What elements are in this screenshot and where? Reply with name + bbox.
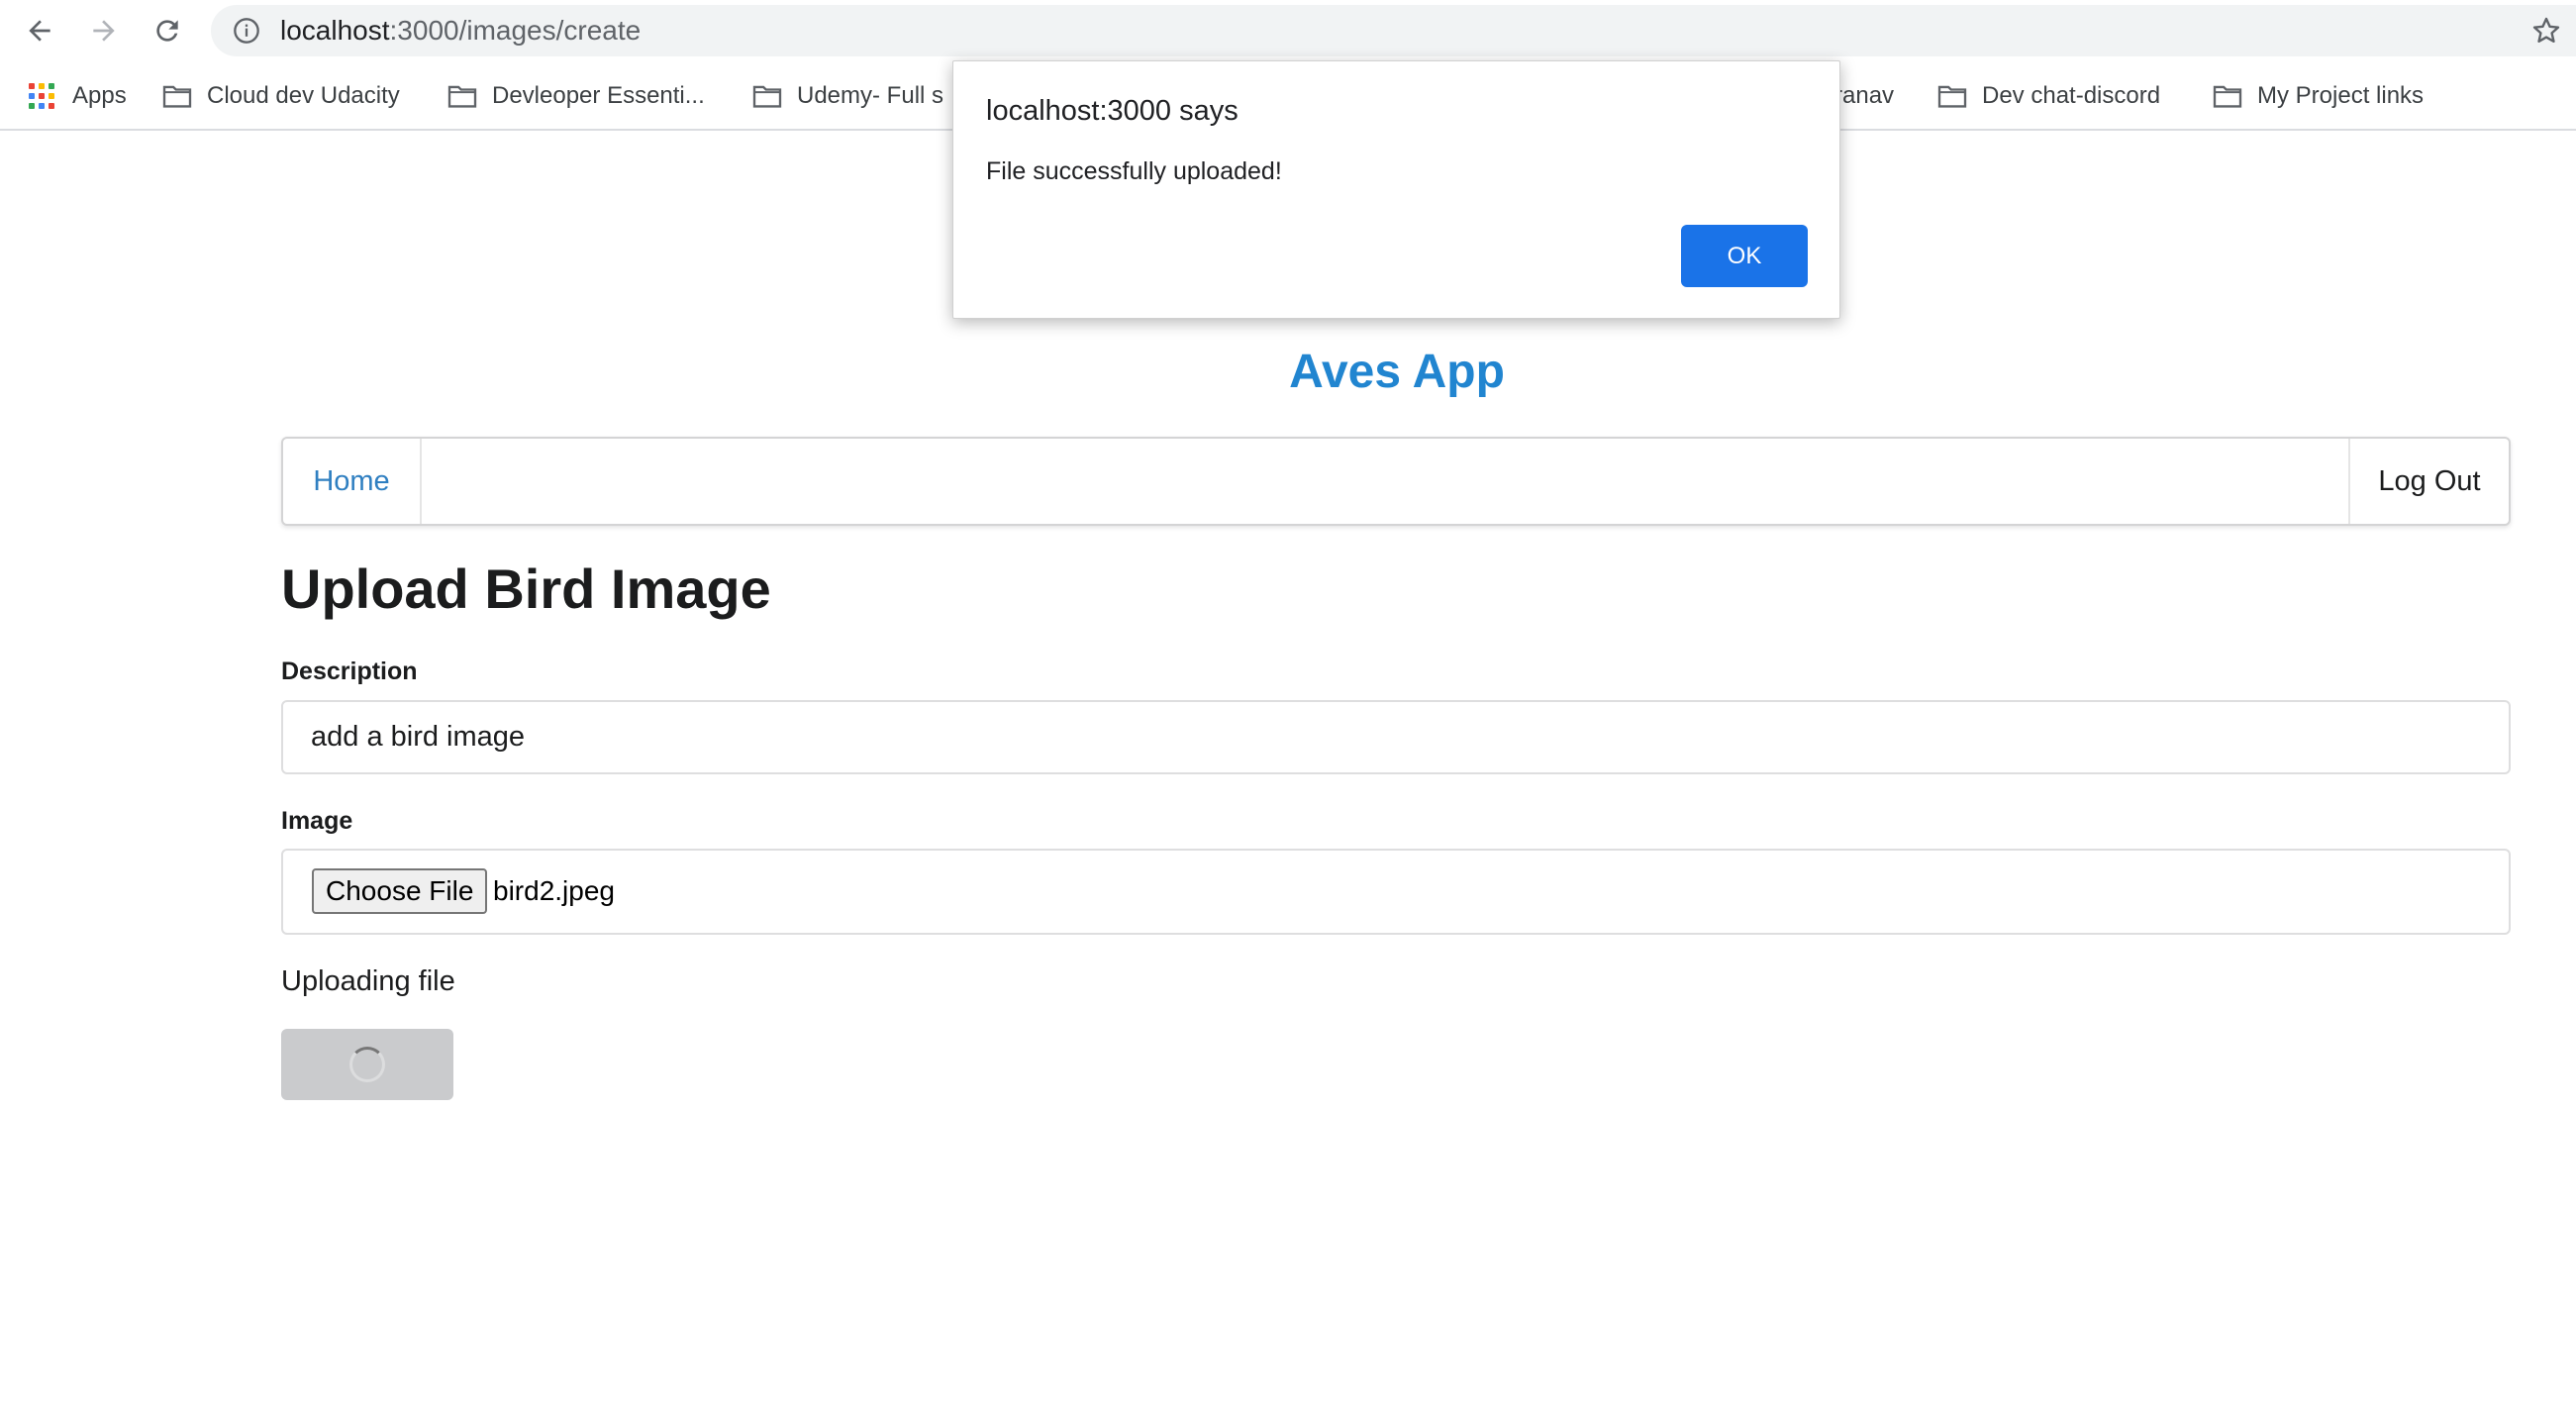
bookmark-label: My Project links	[2257, 82, 2425, 109]
page-title: Upload Bird Image	[281, 557, 771, 620]
folder-icon	[1937, 85, 1967, 108]
folder-icon	[2213, 85, 2242, 108]
reload-button[interactable]	[145, 8, 190, 53]
bookmark-label: Dev chat-discord	[1982, 82, 2161, 109]
bookmark-dev-chat-discord[interactable]: Dev chat-discord	[1936, 69, 2160, 123]
bookmark-star-icon[interactable]	[2530, 15, 2562, 47]
menu-item-home[interactable]: Home	[283, 439, 422, 524]
alert-dialog: localhost:3000 says File successfully up…	[952, 60, 1840, 319]
dialog-ok-button[interactable]: OK	[1681, 225, 1808, 287]
bookmark-my-project-links[interactable]: My Project links	[2212, 69, 2424, 123]
upload-status-text: Uploading file	[281, 965, 455, 997]
apps-grid-icon	[29, 83, 54, 109]
bookmark-developer-essentials[interactable]: Devleoper Essenti...	[446, 69, 705, 123]
logout-button[interactable]: Log Out	[2348, 439, 2509, 524]
description-input[interactable]	[281, 700, 2511, 774]
nav-menu: Home Log Out	[281, 437, 2511, 526]
bookmark-pranav[interactable]: ranav	[1834, 69, 1894, 123]
url-path: :3000/images/create	[389, 15, 642, 46]
app-title: Aves App	[1289, 346, 1505, 398]
dialog-message: File successfully uploaded!	[986, 157, 1282, 185]
dialog-title: localhost:3000 says	[986, 95, 1238, 127]
bookmark-label: ranav	[1834, 82, 1895, 109]
folder-icon	[447, 85, 477, 108]
loading-spinner-icon	[349, 1047, 385, 1082]
url-host: localhost	[280, 15, 390, 46]
bookmark-label: Cloud dev Udacity	[207, 82, 400, 109]
back-button[interactable]	[17, 8, 62, 53]
bookmark-udemy[interactable]: Udemy- Full s	[751, 69, 943, 123]
selected-file-name: bird2.jpeg	[493, 875, 615, 906]
reload-icon	[156, 20, 178, 42]
forward-button[interactable]	[81, 8, 127, 53]
address-bar[interactable]: localhost:3000/images/create	[211, 5, 2576, 56]
bookmark-apps[interactable]: Apps	[29, 69, 127, 123]
folder-icon	[752, 85, 782, 108]
back-arrow-icon	[29, 20, 50, 42]
choose-file-button[interactable]: Choose File	[312, 868, 488, 914]
file-input: Choose File bird2.jpeg	[281, 849, 2511, 935]
forward-arrow-icon	[93, 20, 115, 42]
image-label: Image	[281, 807, 353, 835]
folder-icon	[162, 85, 192, 108]
upload-button-loading[interactable]	[281, 1029, 453, 1100]
bookmark-label: Udemy- Full s	[797, 82, 944, 109]
bookmark-label: Devleoper Essenti...	[492, 82, 705, 109]
browser-toolbar: localhost:3000/images/create	[0, 0, 2576, 61]
bookmark-cloud-dev-udacity[interactable]: Cloud dev Udacity	[161, 69, 400, 123]
bookmark-label: Apps	[72, 82, 127, 109]
description-label: Description	[281, 657, 418, 685]
url-text: localhost:3000/images/create	[280, 5, 641, 56]
info-icon[interactable]	[233, 17, 260, 45]
